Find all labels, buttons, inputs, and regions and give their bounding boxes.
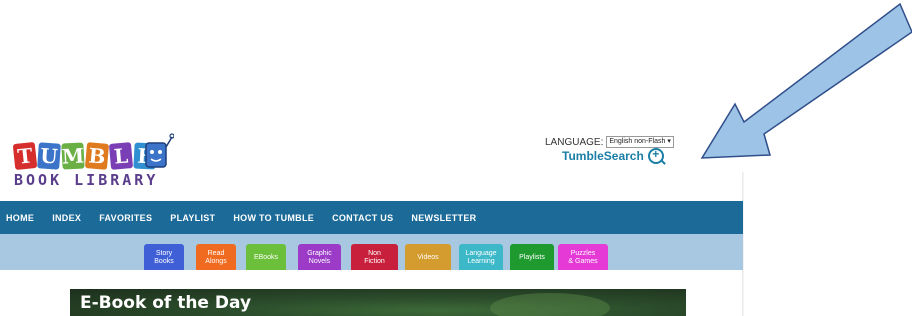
pointer-arrow-icon [700,2,912,159]
